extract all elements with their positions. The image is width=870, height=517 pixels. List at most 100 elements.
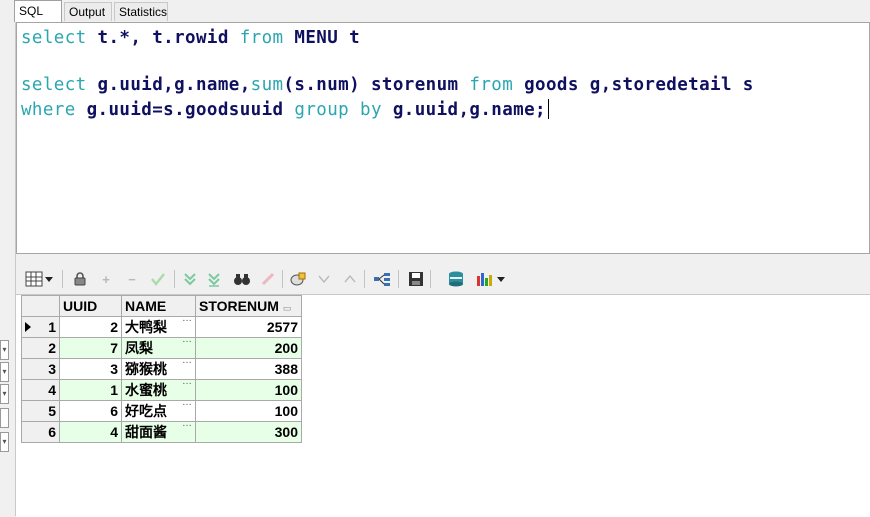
results-toolbar: + − — [16, 264, 870, 294]
result-table: UUID NAME STORENUM ▭ 1 2 大鸭梨 … 2577 2 7 凤梨… — [21, 295, 302, 443]
dropdown-arrow-icon[interactable] — [496, 269, 506, 289]
cell-uuid[interactable]: 7 — [59, 337, 122, 359]
cell-uuid[interactable]: 2 — [59, 316, 122, 338]
side-scroll-control[interactable]: ▾ — [0, 384, 9, 404]
corner-header[interactable] — [21, 295, 60, 317]
clear-icon[interactable] — [258, 269, 278, 289]
keyword: group by — [294, 100, 382, 120]
code-text: MENU t — [283, 28, 361, 48]
keyword: from — [239, 28, 284, 48]
toolbar-separator — [430, 270, 431, 288]
remove-icon[interactable]: − — [122, 269, 142, 289]
table-row[interactable]: 3 3 猕猴桃 … 388 — [21, 355, 302, 380]
refresh-icon[interactable] — [180, 269, 200, 289]
keyword: where — [21, 100, 76, 120]
table-row[interactable]: 5 6 好吃点 … 100 — [21, 397, 302, 422]
tab-statistics[interactable]: Statistics — [114, 2, 168, 21]
row-number[interactable]: 2 — [21, 337, 60, 359]
keyword: select — [21, 28, 87, 48]
cell-name[interactable]: 甜面酱 … — [121, 418, 196, 443]
grid-layout-icon[interactable] — [24, 269, 44, 289]
sql-editor[interactable]: select t.*, t.rowid from MENU t select g… — [16, 22, 870, 254]
chart-icon[interactable] — [474, 269, 494, 289]
add-icon[interactable]: + — [96, 269, 116, 289]
find-icon[interactable] — [232, 269, 252, 289]
function-name: sum — [250, 75, 284, 95]
cell-uuid[interactable]: 4 — [59, 421, 122, 443]
current-row-indicator-icon — [25, 322, 31, 332]
keyword: select — [21, 75, 87, 95]
column-header-storenum[interactable]: STORENUM ▭ — [195, 295, 302, 317]
fetch-all-icon[interactable] — [204, 269, 224, 289]
toolbar-separator — [174, 270, 175, 288]
lock-icon[interactable] — [70, 269, 90, 289]
text-caret — [547, 99, 549, 119]
left-side-panel: ▾ ▾ ▾ ▾ — [0, 22, 16, 516]
export-icon[interactable] — [446, 269, 466, 289]
toolbar-separator — [364, 270, 365, 288]
side-scroll-control[interactable]: ▾ — [0, 432, 9, 452]
ellipsis-button[interactable]: … — [182, 313, 192, 324]
post-icon[interactable] — [148, 269, 168, 289]
code-line-4: where g.uuid=s.goodsuuid group by g.uuid… — [21, 99, 549, 120]
cell-name-text: 大鸭梨 — [125, 319, 167, 335]
column-header-uuid[interactable]: UUID — [59, 295, 122, 317]
keyword: from — [469, 75, 514, 95]
next-page-icon[interactable] — [314, 269, 334, 289]
code-text: (s.num) storenum — [283, 75, 470, 95]
cell-storenum[interactable]: 100 — [195, 400, 302, 422]
save-icon[interactable] — [406, 269, 426, 289]
ellipsis-button[interactable]: … — [182, 418, 192, 429]
link-icon[interactable] — [372, 269, 392, 289]
cell-name-text: 水蜜桃 — [125, 382, 167, 398]
ellipsis-button[interactable]: … — [182, 355, 192, 366]
row-number[interactable]: 4 — [21, 379, 60, 401]
cell-storenum[interactable]: 200 — [195, 337, 302, 359]
table-row[interactable]: 4 1 水蜜桃 … 100 — [21, 376, 302, 401]
table-row[interactable]: 2 7 凤梨 … 200 — [21, 334, 302, 359]
cell-storenum[interactable]: 388 — [195, 358, 302, 380]
row-number[interactable]: 3 — [21, 358, 60, 380]
toolbar-separator — [398, 270, 399, 288]
row-number[interactable]: 6 — [21, 421, 60, 443]
side-scroll-control[interactable]: ▾ — [0, 362, 9, 382]
cell-name-text: 甜面酱 — [125, 424, 167, 440]
result-grid: UUID NAME STORENUM ▭ 1 2 大鸭梨 … 2577 2 7 凤梨… — [16, 294, 870, 517]
row-number[interactable]: 5 — [21, 400, 60, 422]
cell-uuid[interactable]: 6 — [59, 400, 122, 422]
table-row[interactable]: 6 4 甜面酱 … 300 — [21, 418, 302, 443]
code-text: t.*, t.rowid — [86, 28, 240, 48]
tab-strip: SQL Output Statistics — [0, 0, 870, 22]
column-label: NAME — [125, 298, 167, 314]
ellipsis-button[interactable]: … — [182, 397, 192, 408]
code-line-3: select g.uuid,g.name,sum(s.num) storenum… — [21, 75, 754, 95]
cell-name-text: 凤梨 — [125, 340, 153, 356]
code-text: g.uuid,g.name; — [381, 100, 546, 120]
cell-uuid[interactable]: 3 — [59, 358, 122, 380]
tab-sql[interactable]: SQL — [14, 0, 62, 22]
row-number-label: 1 — [48, 319, 56, 335]
cell-name-text: 好吃点 — [125, 403, 167, 419]
code-text: goods g,storedetail s — [513, 75, 754, 95]
ellipsis-button[interactable]: … — [182, 376, 192, 387]
row-number[interactable]: 1 — [21, 316, 60, 338]
cell-name-text: 猕猴桃 — [125, 361, 167, 377]
cell-uuid[interactable]: 1 — [59, 379, 122, 401]
toolbar-separator — [62, 270, 63, 288]
column-label: UUID — [63, 298, 98, 314]
side-scroll-control[interactable] — [0, 408, 9, 428]
previous-page-icon[interactable] — [340, 269, 360, 289]
table-row[interactable]: 1 2 大鸭梨 … 2577 — [21, 313, 302, 338]
cell-storenum[interactable]: 2577 — [195, 316, 302, 338]
column-label: STORENUM — [199, 298, 279, 314]
query-by-example-icon[interactable] — [288, 269, 308, 289]
ellipsis-button[interactable]: … — [182, 334, 192, 345]
cell-storenum[interactable]: 100 — [195, 379, 302, 401]
code-text: g.uuid=s.goodsuuid — [75, 100, 295, 120]
dropdown-arrow-icon[interactable] — [44, 269, 54, 289]
tab-output[interactable]: Output — [64, 2, 112, 21]
cell-storenum[interactable]: 300 — [195, 421, 302, 443]
code-line-1: select t.*, t.rowid from MENU t — [21, 28, 360, 48]
sort-indicator-icon: ▭ — [282, 303, 292, 313]
side-scroll-control[interactable]: ▾ — [0, 340, 9, 360]
